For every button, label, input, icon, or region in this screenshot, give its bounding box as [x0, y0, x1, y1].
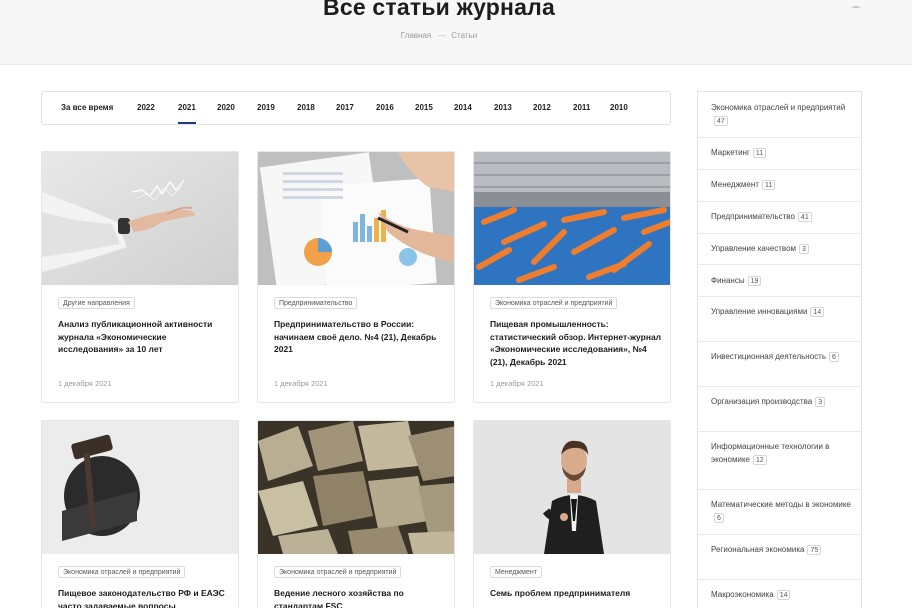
category-name[interactable]: Предпринимательство: [711, 212, 795, 221]
article-card[interactable]: Экономика отраслей и предприятий Ведение…: [257, 420, 455, 608]
category-item[interactable]: Инвестиционная деятельность 6: [698, 342, 861, 387]
hand-chart-image[interactable]: [42, 152, 238, 285]
year-tab-2015[interactable]: 2015: [415, 92, 433, 124]
category-count: 12: [753, 455, 767, 466]
category-name[interactable]: Макроэкономика: [711, 590, 774, 599]
category-count: 14: [776, 589, 791, 600]
gavel-image[interactable]: [42, 421, 238, 554]
category-item[interactable]: Маркетинг 11: [698, 138, 861, 170]
article-title[interactable]: Анализ публикационной активности журнала…: [58, 318, 230, 356]
category-name[interactable]: Организация производства: [711, 397, 812, 406]
year-tab-2011[interactable]: 2011: [573, 92, 590, 124]
year-tab-2021[interactable]: 2021: [178, 92, 196, 124]
category-item[interactable]: Менеджмент 11: [698, 170, 861, 202]
category-count: 47: [714, 116, 728, 127]
category-name[interactable]: Управление инновациями: [711, 307, 807, 316]
category-count: 6: [829, 351, 839, 362]
article-title[interactable]: Пищевая промышленность: статистический о…: [490, 318, 662, 368]
article-card[interactable]: Экономика отраслей и предприятий Пищевая…: [473, 151, 671, 403]
article-tag[interactable]: Предпринимательство: [274, 297, 358, 309]
category-item[interactable]: Управление инновациями 14: [698, 297, 861, 342]
businessman-image[interactable]: [474, 421, 670, 554]
category-count: 3: [815, 396, 826, 407]
year-tab-2012[interactable]: 2012: [533, 92, 551, 124]
category-count: 41: [797, 211, 812, 222]
category-count: 11: [761, 179, 776, 190]
category-item[interactable]: Макроэкономика 14: [698, 580, 861, 608]
category-count: 11: [752, 147, 767, 158]
category-name[interactable]: Региональная экономика: [711, 545, 804, 554]
category-item[interactable]: Математические методы в экономике 6: [698, 490, 861, 535]
category-item[interactable]: Информационные технологии в экономике 12: [698, 432, 861, 490]
article-tag[interactable]: Экономика отраслей и предприятий: [58, 566, 186, 578]
page-title: Все статьи журнала: [323, 0, 555, 20]
article-card[interactable]: Менеджмент Семь проблем предпринимателя: [473, 420, 671, 608]
article-title[interactable]: Семь проблем предпринимателя: [490, 587, 662, 600]
category-name[interactable]: Математические методы в экономике: [711, 500, 851, 509]
year-tab-all[interactable]: За все время: [61, 92, 113, 124]
category-count: 75: [807, 544, 822, 555]
category-name[interactable]: Управление качеством: [711, 244, 796, 253]
year-tab-2016[interactable]: 2016: [376, 92, 394, 124]
category-count: 6: [714, 513, 724, 524]
category-name[interactable]: Финансы: [711, 276, 745, 285]
year-tab-2017[interactable]: 2017: [336, 92, 354, 124]
breadcrumb: Главная — Статьи: [0, 31, 878, 40]
year-tab-2022[interactable]: 2022: [137, 92, 155, 124]
category-item[interactable]: Региональная экономика 75: [698, 535, 861, 580]
category-item[interactable]: Управление качеством 3: [698, 234, 861, 265]
breadcrumb-home-link[interactable]: Главная: [401, 31, 431, 40]
breadcrumb-separator: —: [437, 31, 446, 40]
year-tab-2013[interactable]: 2013: [494, 92, 512, 124]
article-tag[interactable]: Другие направления: [58, 297, 135, 309]
categories-sidebar: Экономика отраслей и предприятий 47 Марке…: [697, 91, 862, 608]
article-title[interactable]: Предпринимательство в России: начинаем с…: [274, 318, 446, 356]
article-card[interactable]: Другие направления Анализ публикационной…: [41, 151, 239, 403]
year-filter: За все время 2022 2021 2020 2019 2018 20…: [41, 91, 671, 125]
documents-chart-image[interactable]: [258, 152, 454, 285]
category-name[interactable]: Экономика отраслей и предприятий: [711, 103, 845, 112]
category-name[interactable]: Информационные технологии в экономике: [711, 442, 829, 464]
year-tab-2019[interactable]: 2019: [257, 92, 275, 124]
article-tag[interactable]: Экономика отраслей и предприятий: [274, 566, 402, 578]
category-count: 19: [747, 275, 762, 286]
category-name[interactable]: Инвестиционная деятельность: [711, 352, 826, 361]
category-name[interactable]: Менеджмент: [711, 180, 759, 189]
category-count: 14: [810, 306, 825, 317]
category-name[interactable]: Маркетинг: [711, 148, 750, 157]
article-card[interactable]: Экономика отраслей и предприятий Пищевое…: [41, 420, 239, 608]
firewood-image[interactable]: [258, 421, 454, 554]
year-tab-2018[interactable]: 2018: [297, 92, 315, 124]
year-tab-2010[interactable]: 2010: [610, 92, 628, 124]
rss-icon: [851, 5, 861, 9]
category-item[interactable]: Предпринимательство 41: [698, 202, 861, 234]
category-item[interactable]: Экономика отраслей и предприятий 47: [698, 92, 861, 138]
page-header: Все статьи журнала Главная — Статьи: [0, 0, 912, 65]
category-count: 3: [799, 243, 809, 254]
article-title[interactable]: Пищевое законодательство РФ и ЕАЭС часто…: [58, 587, 230, 608]
article-date: 1 декабря 2021: [490, 379, 544, 388]
category-item[interactable]: Организация производства 3: [698, 387, 861, 432]
article-tag[interactable]: Экономика отраслей и предприятий: [490, 297, 618, 309]
year-tab-2020[interactable]: 2020: [217, 92, 235, 124]
article-date: 1 декабря 2021: [274, 379, 328, 388]
article-date: 1 декабря 2021: [58, 379, 112, 388]
carrots-conveyor-image[interactable]: [474, 152, 670, 285]
breadcrumb-current: Статьи: [451, 31, 478, 40]
article-tag[interactable]: Менеджмент: [490, 566, 542, 578]
article-card[interactable]: Предпринимательство Предпринимательство …: [257, 151, 455, 403]
category-item[interactable]: Финансы 19: [698, 265, 861, 297]
year-tab-2014[interactable]: 2014: [454, 92, 472, 124]
article-title[interactable]: Ведение лесного хозяйства по стандартам …: [274, 587, 446, 608]
